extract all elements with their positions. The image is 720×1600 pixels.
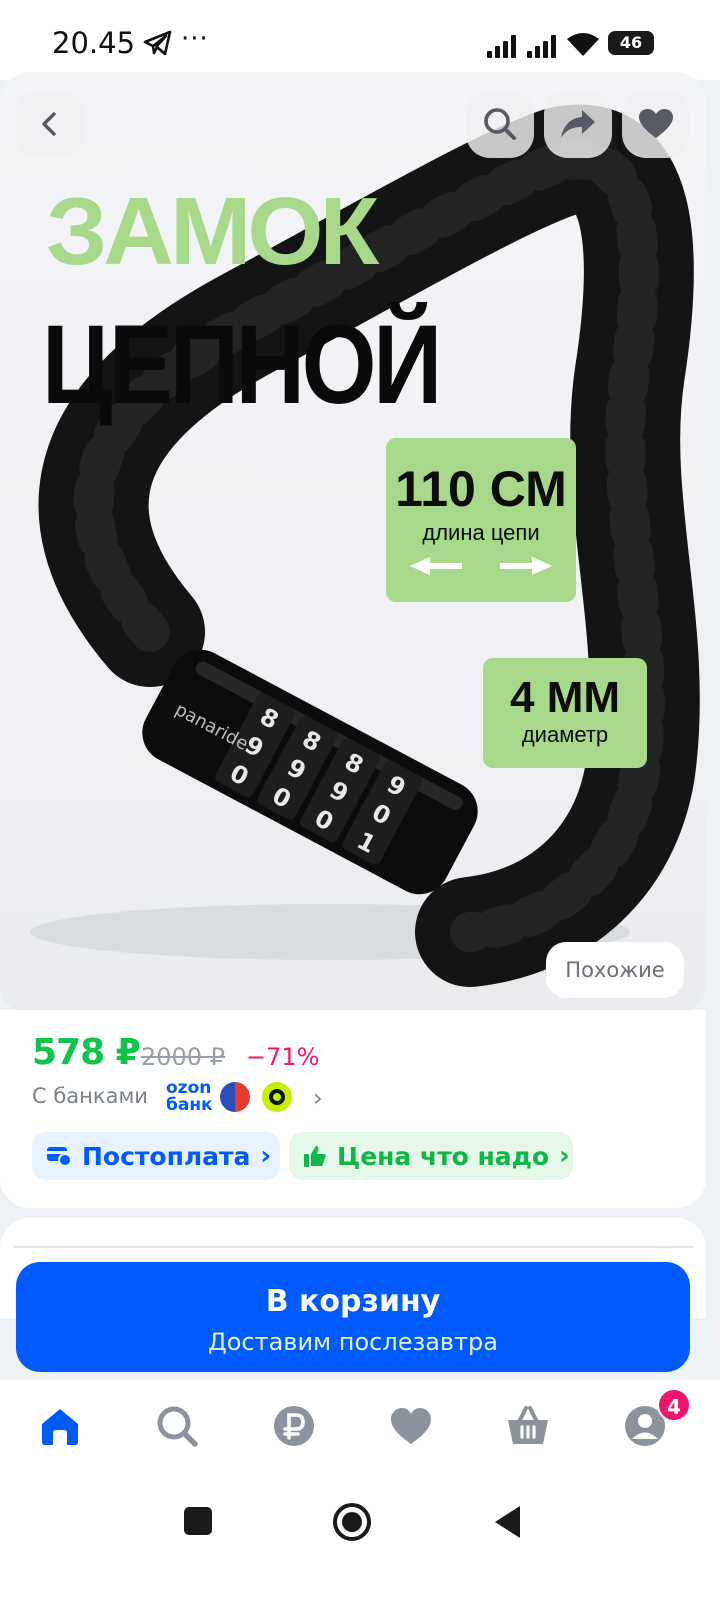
divider	[14, 1246, 694, 1248]
system-nav-bar	[0, 1480, 720, 1600]
bottom-nav	[0, 1380, 720, 1480]
old-price: 2000 ₽	[141, 1043, 225, 1071]
wifi-icon	[567, 33, 599, 56]
length-value: 110 СМ	[395, 461, 567, 517]
bank-logo-1	[220, 1082, 250, 1112]
back-triangle-icon[interactable]	[492, 1504, 522, 1540]
search-icon[interactable]	[155, 1404, 199, 1448]
product-page: 20.45 ··· 46 8 8 8 9 9 9 9 0 0 0 0 1 pan…	[0, 0, 720, 1600]
postpay-chip[interactable]: Постоплата ›	[32, 1132, 280, 1180]
good-price-label: Цена что надо	[337, 1141, 550, 1171]
diameter-value: 4 ММ	[510, 673, 620, 722]
product-image[interactable]: 8889 9990 0001 panaride ЗАМОК ЦЕПНОЙ 110…	[0, 72, 706, 1014]
banks-label[interactable]: С банками	[32, 1084, 148, 1108]
recents-icon[interactable]	[183, 1506, 213, 1536]
chevron-right-icon: ›	[559, 1141, 570, 1171]
signal-icon-2	[527, 35, 556, 58]
discount-percent: −71%	[246, 1043, 320, 1071]
chevron-left-icon	[42, 112, 56, 136]
postpay-label: Постоплата	[82, 1141, 251, 1171]
profile-notification-badge: 4	[657, 1388, 691, 1422]
battery-indicator: 46	[608, 31, 654, 55]
status-bar: 20.45 ··· 46	[0, 0, 720, 80]
add-to-cart-label: В корзину	[265, 1284, 441, 1319]
bank-logo-2	[262, 1082, 292, 1112]
delivery-label: Доставим послезавтра	[207, 1328, 498, 1356]
search-button[interactable]	[466, 90, 534, 158]
double-arrow-icon	[410, 557, 552, 575]
product-title-line2: ЦЕПНОЙ	[42, 302, 442, 427]
home-icon[interactable]	[38, 1404, 82, 1448]
card-clock-icon	[47, 1147, 72, 1167]
thumbs-up-icon	[304, 1146, 326, 1167]
add-to-cart-button[interactable]: В корзину Доставим послезавтра	[16, 1262, 690, 1372]
good-price-chip[interactable]: Цена что надо ›	[289, 1132, 573, 1180]
heart-icon[interactable]	[389, 1404, 433, 1448]
product-title-line1: ЗАМОК	[46, 178, 379, 285]
chevron-right-icon: ›	[260, 1141, 272, 1171]
status-time: 20.45	[52, 26, 136, 60]
length-badge: 110 СМ длина цепи	[386, 438, 576, 602]
share-icon	[561, 110, 595, 138]
heart-icon	[639, 109, 673, 138]
basket-icon[interactable]	[506, 1404, 550, 1448]
similar-button[interactable]: Похожие	[546, 942, 684, 998]
favorite-button[interactable]	[622, 90, 690, 158]
diameter-badge: 4 ММ диаметр	[483, 658, 647, 768]
current-price: 578 ₽	[32, 1032, 141, 1073]
home-circle-icon[interactable]	[332, 1502, 372, 1542]
ozon-bank-logo: ozon банк	[166, 1078, 213, 1115]
signal-icon	[487, 35, 516, 58]
share-button[interactable]	[544, 90, 612, 158]
back-button[interactable]	[16, 90, 84, 158]
length-caption: длина цепи	[422, 520, 540, 545]
status-more-dots: ···	[181, 24, 209, 54]
telegram-icon	[143, 30, 172, 56]
diameter-caption: диаметр	[521, 722, 609, 747]
price-card: 578 ₽ 2000 ₽ −71% С банками ozon банк › …	[0, 1010, 706, 1208]
banks-chevron-icon[interactable]: ›	[313, 1084, 323, 1112]
ruble-icon[interactable]	[272, 1404, 316, 1448]
search-icon	[484, 108, 516, 140]
